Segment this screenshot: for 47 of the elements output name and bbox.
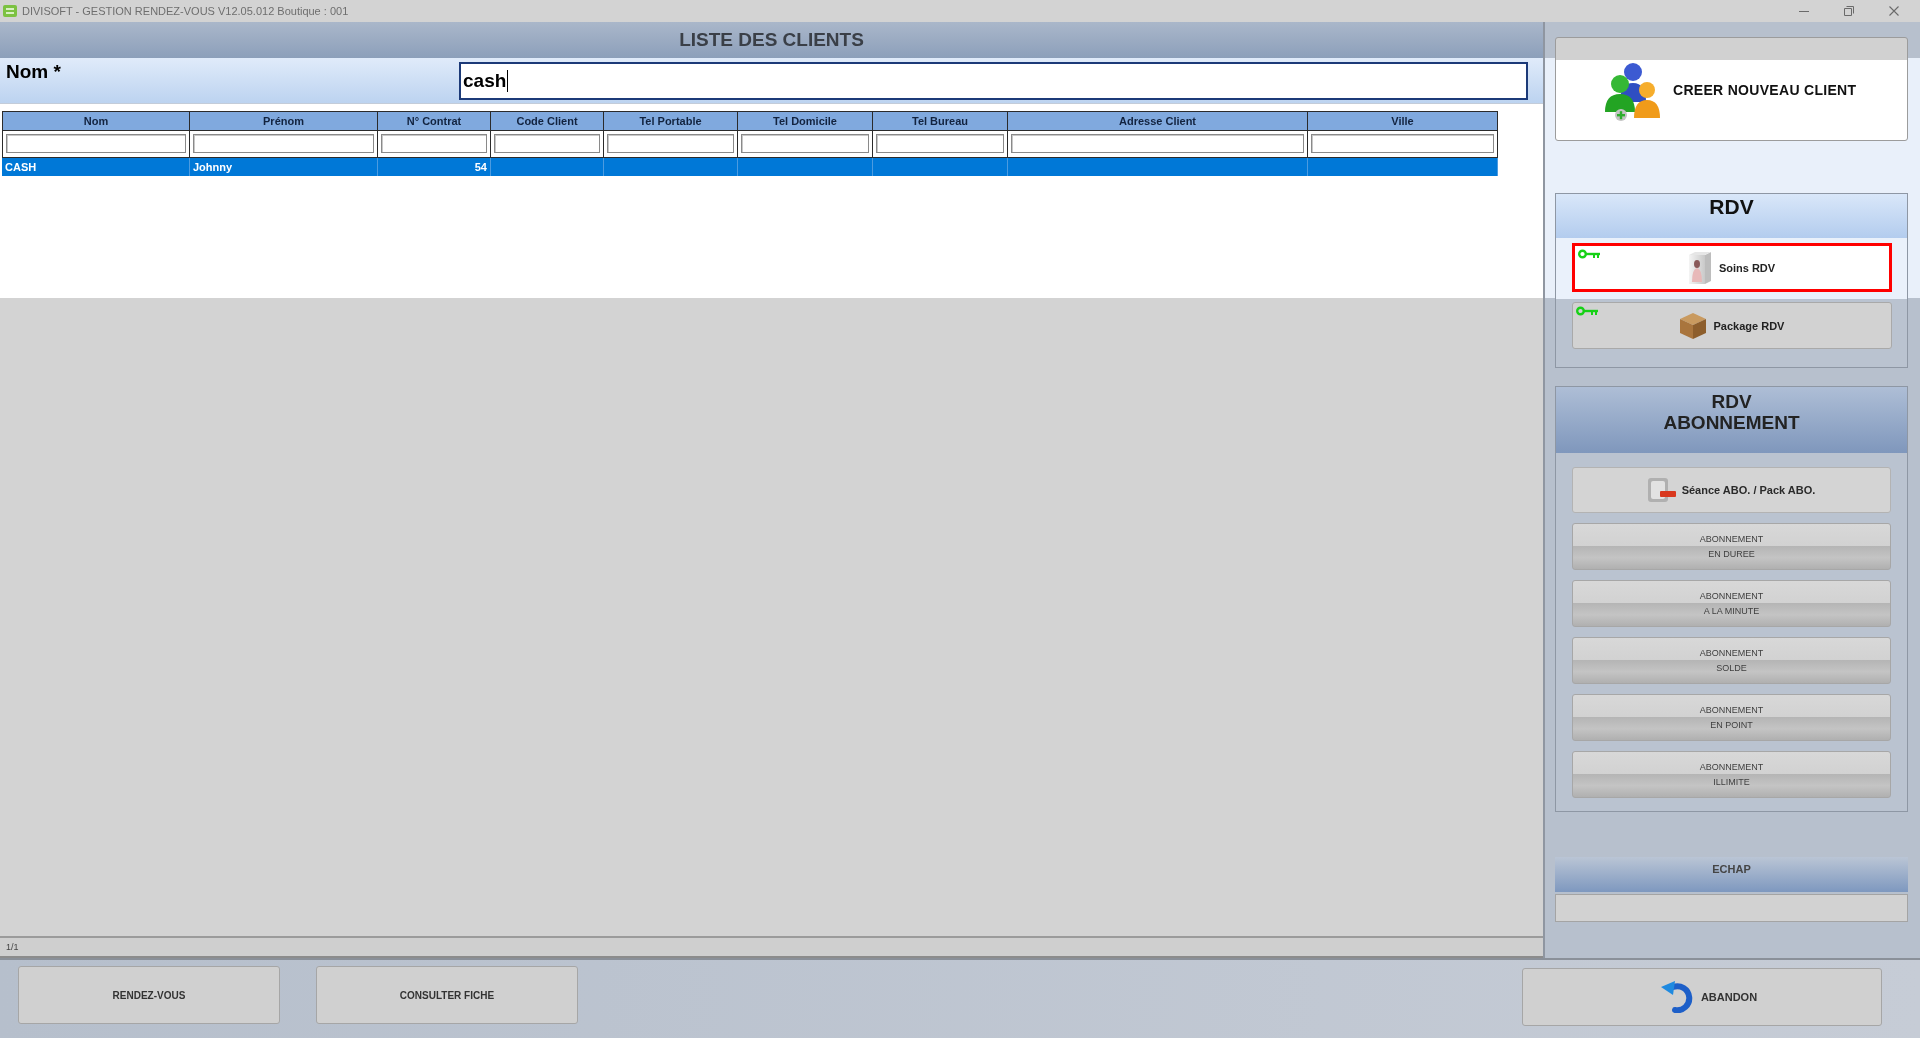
filter-field[interactable] <box>1011 134 1304 153</box>
table-cell: 54 <box>378 158 491 176</box>
table-row[interactable]: CASH Johnny 54 <box>2 158 1498 176</box>
restore-icon[interactable] <box>1843 6 1854 16</box>
filter-field[interactable] <box>381 134 487 153</box>
column-header[interactable]: Tel Domicile <box>738 111 873 131</box>
abandon-button[interactable]: ABANDON <box>1522 968 1882 1026</box>
action-button[interactable]: CONSULTER FICHE <box>316 966 578 1024</box>
product-box-icon <box>1688 251 1711 284</box>
table-cell: Johnny <box>190 158 378 176</box>
column-header[interactable]: Tel Portable <box>604 111 738 131</box>
users-add-icon <box>1603 62 1663 122</box>
minimize-icon[interactable] <box>1798 10 1809 12</box>
filter-field[interactable] <box>741 134 869 153</box>
filter-field[interactable] <box>1311 134 1494 153</box>
column-header[interactable]: Code Client <box>491 111 604 131</box>
column-header[interactable]: Nom <box>2 111 190 131</box>
column-header[interactable]: Prénom <box>190 111 378 131</box>
table-cell: CASH <box>2 158 190 176</box>
record-count: 1/1 <box>6 942 19 952</box>
card-icon <box>1647 478 1676 502</box>
appointment-button[interactable]: Soins RDV <box>1572 243 1892 292</box>
filter-field[interactable] <box>607 134 734 153</box>
close-icon[interactable] <box>1888 6 1899 16</box>
column-header[interactable]: Adresse Client <box>1008 111 1308 131</box>
section-title: RDV ABONNEMENT <box>1662 391 1801 435</box>
action-button[interactable]: RENDEZ-VOUS <box>18 966 280 1024</box>
undo-arrow-icon <box>1660 981 1695 1013</box>
column-header[interactable]: Ville <box>1308 111 1498 131</box>
window-title: DIVISOFT - GESTION RENDEZ-VOUS V12.05.012 Boutique : 001 <box>22 5 349 17</box>
text-cursor <box>507 70 509 92</box>
appointment-button[interactable]: Package RDV <box>1572 302 1892 349</box>
filter-field[interactable] <box>6 134 186 153</box>
subscription-pass-button[interactable]: Séance ABO. / Pack ABO. <box>1572 467 1891 513</box>
escape-button[interactable]: ECHAP <box>1555 857 1908 892</box>
name-search-field[interactable]: cash <box>459 62 1528 100</box>
create-client-button[interactable]: CREER NOUVEAU CLIENT <box>1555 37 1908 141</box>
field-label: Nom * <box>5 60 61 83</box>
app-icon <box>3 5 17 17</box>
column-header[interactable]: N° Contrat <box>378 111 491 131</box>
cardboard-box-icon <box>1679 312 1706 339</box>
column-header[interactable]: Tel Bureau <box>873 111 1008 131</box>
filter-field[interactable] <box>494 134 600 153</box>
section-title: RDV <box>1709 195 1754 220</box>
filter-field[interactable] <box>876 134 1004 153</box>
filter-field[interactable] <box>193 134 374 153</box>
page-title: LISTE DES CLIENTS <box>679 29 864 51</box>
